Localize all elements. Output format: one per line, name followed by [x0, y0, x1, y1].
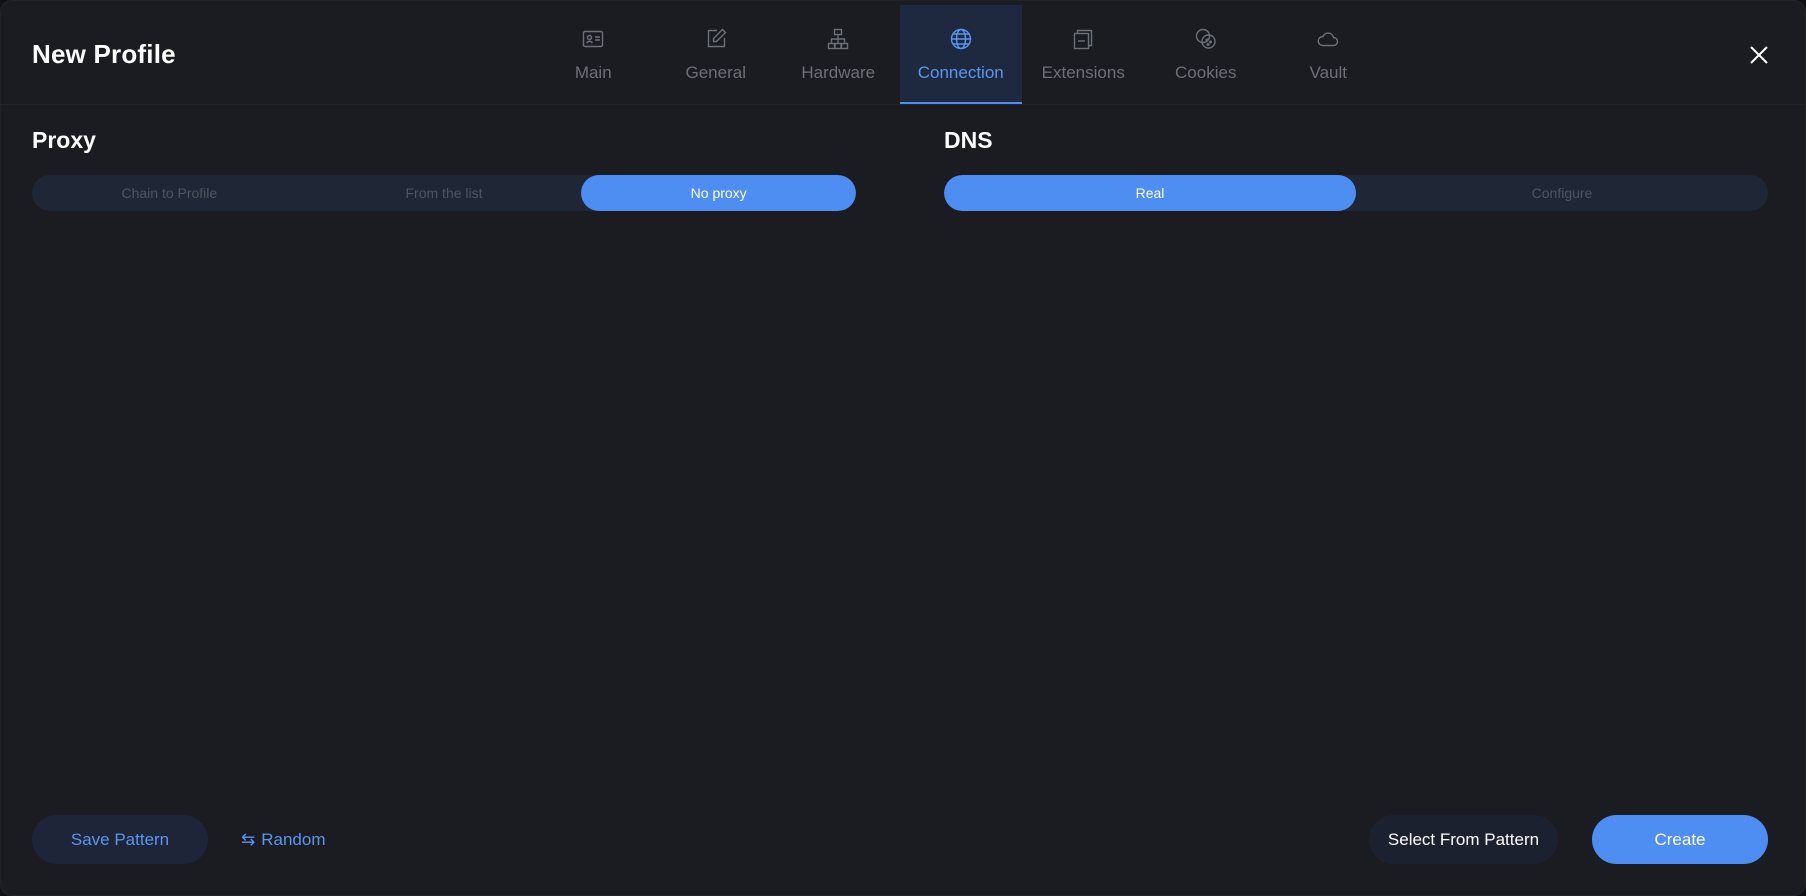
create-button[interactable]: Create	[1592, 815, 1768, 864]
dialog-header: New Profile Main General Hardware Connec…	[1, 1, 1806, 105]
tab-general-label: General	[685, 63, 746, 82]
tab-main-label: Main	[574, 63, 612, 82]
proxy-section-title: Proxy	[32, 127, 96, 153]
dns-mode-selector: Real Configure	[944, 175, 1768, 211]
proxy-mode-selector: Chain to Profile From the list No proxy	[32, 175, 856, 211]
swap-arrows-icon: ⇆	[241, 830, 256, 849]
new-profile-dialog: New Profile Main General Hardware Connec…	[0, 0, 1806, 896]
network-hierarchy-icon	[826, 27, 850, 51]
proxy-option-no-proxy[interactable]: No proxy	[581, 175, 856, 211]
cookie-icon	[1194, 27, 1218, 51]
random-button[interactable]: ⇆ Random	[241, 815, 333, 864]
tab-cookies[interactable]: Cookies	[1145, 5, 1268, 104]
stacked-windows-icon	[1071, 27, 1095, 51]
tab-cookies-label: Cookies	[1175, 63, 1237, 82]
tab-main[interactable]: Main	[532, 5, 655, 104]
tab-hardware-label: Hardware	[801, 63, 876, 82]
globe-icon	[949, 27, 973, 51]
tab-vault-label: Vault	[1309, 63, 1348, 82]
tab-connection-label: Connection	[917, 63, 1004, 82]
tab-extensions[interactable]: Extensions	[1022, 5, 1145, 104]
dialog-title: New Profile	[32, 39, 176, 69]
dns-option-configure[interactable]: Configure	[1356, 175, 1768, 211]
proxy-option-chain-to-profile[interactable]: Chain to Profile	[32, 175, 307, 211]
random-button-label: Random	[261, 830, 326, 849]
edit-icon	[704, 27, 728, 51]
proxy-option-from-the-list[interactable]: From the list	[307, 175, 582, 211]
tab-general[interactable]: General	[655, 5, 778, 104]
cloud-icon	[1316, 27, 1340, 51]
tab-hardware[interactable]: Hardware	[777, 5, 900, 104]
tab-connection[interactable]: Connection	[899, 5, 1022, 104]
tab-extensions-label: Extensions	[1041, 63, 1125, 82]
select-from-pattern-button[interactable]: Select From Pattern	[1369, 815, 1558, 864]
tab-bar: Main General Hardware Connection Extensi…	[532, 5, 1390, 104]
close-icon[interactable]	[1747, 43, 1771, 67]
dns-option-real[interactable]: Real	[944, 175, 1356, 211]
dns-section-title: DNS	[944, 127, 993, 153]
tab-vault[interactable]: Vault	[1267, 5, 1390, 104]
save-pattern-button[interactable]: Save Pattern	[32, 815, 208, 864]
id-card-icon	[581, 27, 605, 51]
